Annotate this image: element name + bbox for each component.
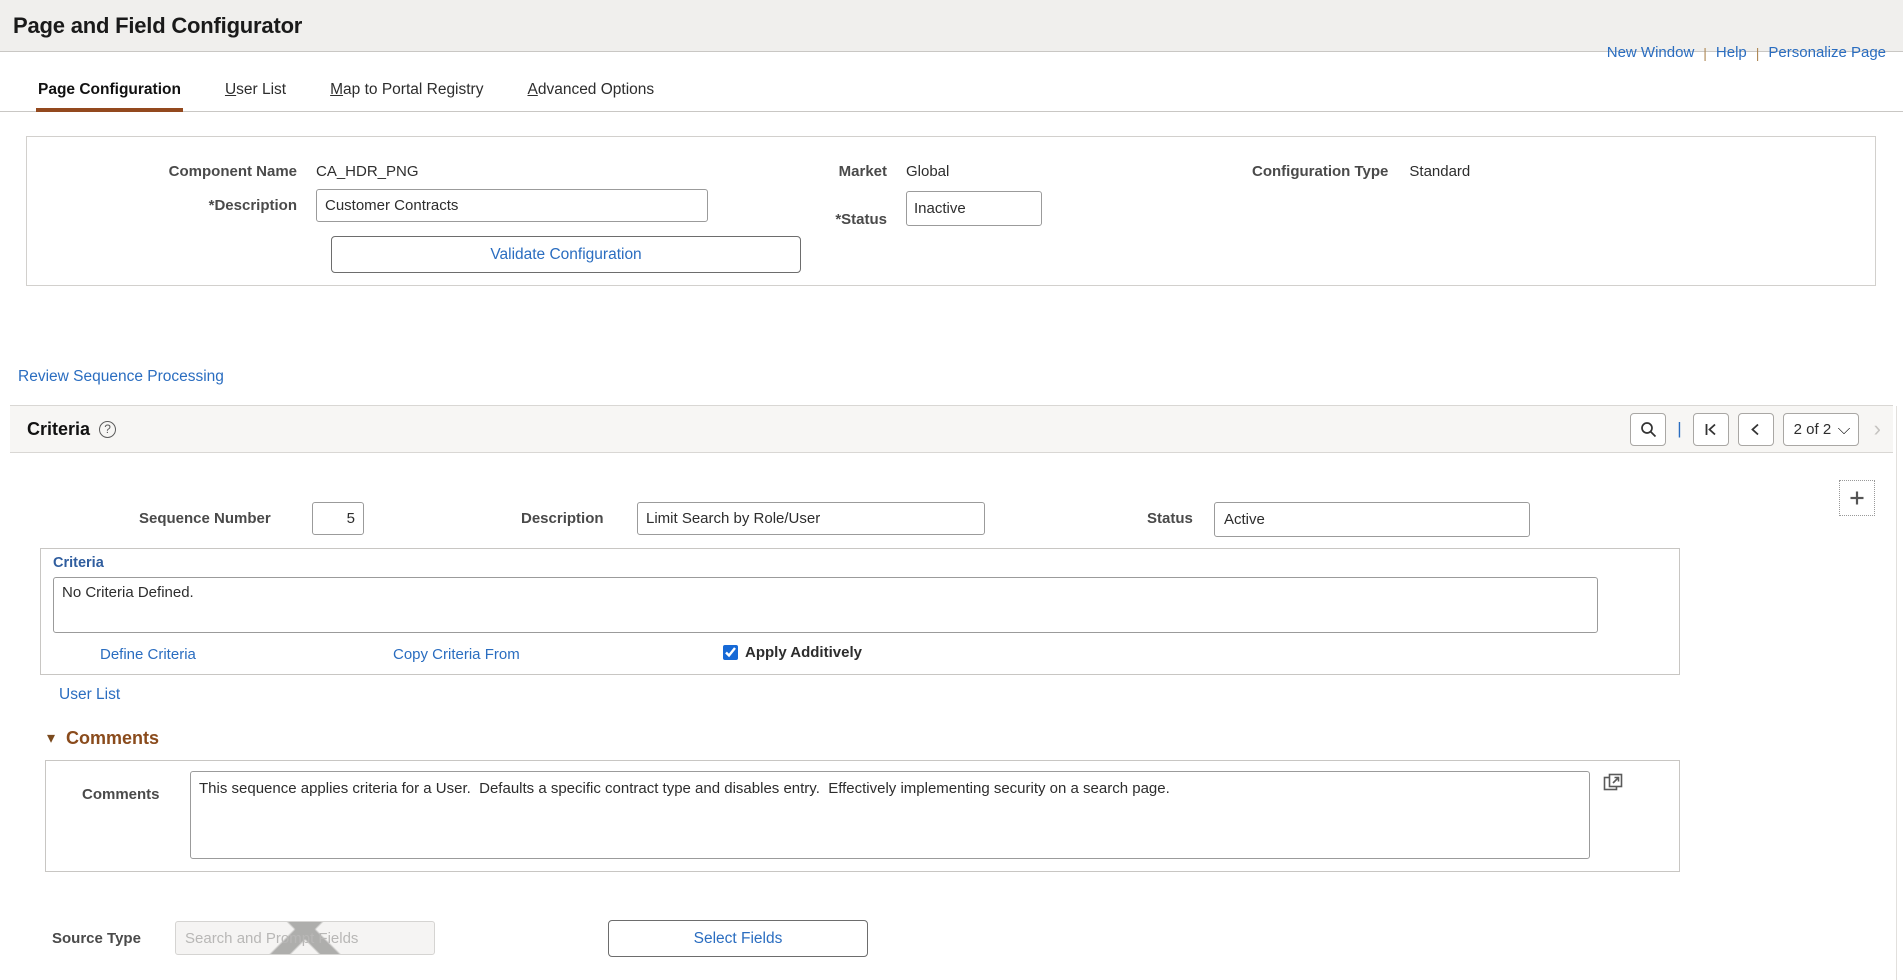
tab-user-list[interactable]: User List	[205, 81, 310, 111]
review-sequence-processing-link[interactable]: Review Sequence Processing	[18, 368, 224, 386]
page-title: Page and Field Configurator	[13, 12, 303, 38]
tab-advanced-options[interactable]: Advanced Options	[507, 81, 678, 111]
next-page-icon: ›	[1873, 416, 1881, 441]
criteria-textarea[interactable]: No Criteria Defined.	[53, 577, 1598, 633]
apply-additively-label: Apply Additively	[745, 644, 862, 661]
page-root: Page and Field Configurator New Window |…	[0, 0, 1903, 980]
tab-map-to-portal-registry[interactable]: Map to Portal Registry	[310, 81, 507, 111]
comments-section-title: Comments	[66, 728, 160, 748]
help-link[interactable]: Help	[1707, 44, 1756, 61]
component-name-value: CA_HDR_PNG	[316, 163, 419, 180]
question-mark-icon[interactable]: ?	[99, 420, 117, 438]
source-type-select[interactable]: Search and Prompt Fields	[175, 921, 435, 955]
comments-field-label: Comments	[82, 786, 160, 803]
tab-bar: Page Configuration User List Map to Port…	[0, 66, 1903, 112]
sequence-description-label: Description	[521, 510, 604, 527]
sequence-status-label: Status	[1147, 510, 1193, 527]
sequence-number-label: Sequence Number	[139, 510, 271, 527]
market-field: Market Global	[787, 163, 950, 180]
criteria-navigation: | 2 of 2 ›	[1630, 412, 1893, 446]
component-name-label: Component Name	[168, 163, 297, 180]
define-criteria-link[interactable]: Define Criteria	[100, 646, 196, 663]
configuration-type-label: Configuration Type	[1252, 163, 1389, 180]
criteria-group-legend: Criteria	[53, 555, 104, 571]
user-list-link[interactable]: User List	[59, 686, 120, 704]
utility-links: New Window | Help | Personalize Page	[1598, 44, 1895, 61]
criteria-group-box: Criteria No Criteria Defined. Define Cri…	[40, 548, 1680, 675]
tab-label: Map to Portal Registry	[330, 81, 484, 98]
comments-textarea[interactable]: This sequence applies criteria for a Use…	[190, 771, 1590, 859]
description-field: *Description	[137, 189, 708, 222]
criteria-title: Criteria	[27, 418, 91, 439]
market-value: Global	[906, 163, 950, 180]
copy-criteria-from-link[interactable]: Copy Criteria From	[393, 646, 520, 663]
status-select[interactable]: Inactive	[906, 191, 1042, 226]
apply-additively-checkbox-group[interactable]: Apply Additively	[723, 644, 862, 661]
apply-additively-checkbox[interactable]	[723, 645, 738, 660]
status-field: *Status Inactive	[787, 189, 1042, 228]
description-input[interactable]	[316, 189, 708, 222]
scroll-edge	[1896, 406, 1903, 980]
component-panel: Component Name CA_HDR_PNG *Description V…	[26, 136, 1876, 286]
component-name-field: Component Name CA_HDR_PNG	[137, 163, 419, 180]
previous-page-icon[interactable]	[1737, 412, 1774, 446]
personalize-page-link[interactable]: Personalize Page	[1759, 44, 1895, 61]
criteria-section-header: Criteria ? | 2 of 2 ›	[10, 405, 1893, 453]
first-page-icon[interactable]	[1692, 412, 1729, 446]
source-type-label: Source Type	[52, 930, 141, 947]
comments-section-toggle[interactable]: ▾ Comments	[47, 728, 159, 749]
comments-group-box: Comments This sequence applies criteria …	[45, 760, 1680, 872]
expand-popout-icon[interactable]	[1603, 773, 1625, 800]
market-label: Market	[838, 163, 887, 180]
sequence-description-input[interactable]	[637, 502, 985, 535]
select-fields-button[interactable]: Select Fields	[608, 920, 868, 957]
tab-label: Page Configuration	[38, 81, 181, 98]
sequence-row: Sequence Number Description Status Activ…	[0, 500, 1903, 540]
page-indicator-select[interactable]: 2 of 2	[1782, 412, 1859, 446]
tab-label: User List	[224, 81, 287, 98]
navigation-divider: |	[1677, 419, 1682, 438]
configuration-type-value: Standard	[1409, 163, 1471, 180]
sequence-status-select[interactable]: Active	[1214, 502, 1530, 537]
validate-configuration-button[interactable]: Validate Configuration	[331, 236, 801, 273]
new-window-link[interactable]: New Window	[1598, 44, 1704, 61]
sequence-number-input[interactable]	[312, 502, 364, 535]
tab-page-configuration[interactable]: Page Configuration	[18, 81, 205, 112]
tab-label: Advanced Options	[527, 81, 655, 98]
chevron-down-icon: ▾	[47, 729, 56, 747]
configuration-type-field: Configuration Type Standard	[1252, 163, 1470, 180]
status-label: *Status	[835, 211, 887, 228]
search-icon[interactable]	[1630, 412, 1667, 446]
description-label: *Description	[208, 197, 297, 214]
